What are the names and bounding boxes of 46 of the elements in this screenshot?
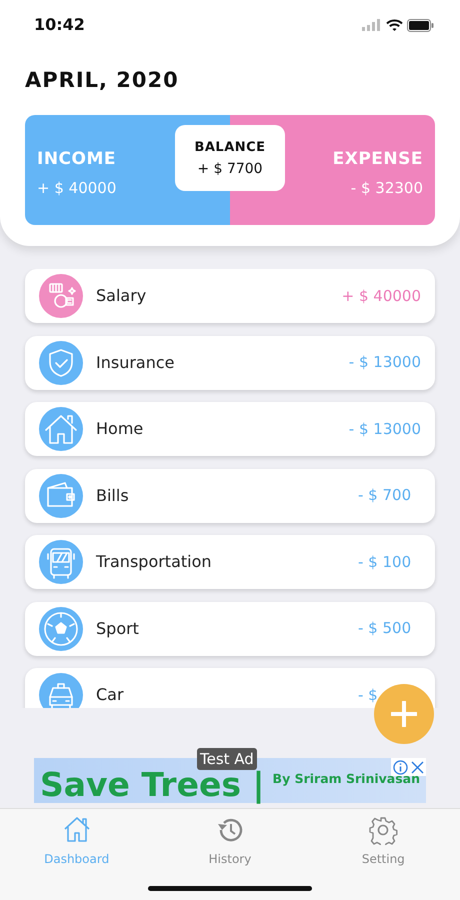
house-icon (39, 407, 83, 451)
transaction-amount: - $ (358, 684, 379, 706)
expense-amount: - $ 32300 (350, 178, 423, 198)
category-name: Bills (96, 484, 129, 506)
close-icon[interactable] (411, 760, 424, 774)
ad-byline: By Sriram Srinivasan (272, 770, 420, 788)
transaction-amount: + $ 40000 (342, 286, 421, 307)
transaction-row[interactable]: Home - $ 13000 (25, 402, 435, 456)
soccer-ball-icon (39, 606, 83, 650)
transaction-row[interactable]: Car - $ (25, 668, 435, 708)
salary-icon (39, 274, 83, 318)
category-name: Home (96, 418, 144, 440)
signal-icon (362, 19, 382, 31)
category-name: Salary (96, 285, 146, 307)
balance-amount: + $ 7700 (197, 160, 263, 178)
transaction-amount: - $ 13000 (348, 418, 421, 440)
transaction-row[interactable]: Insurance - $ 13000 (25, 336, 435, 390)
transaction-row[interactable]: Bills - $ 700 (25, 468, 435, 522)
transaction-amount: - $ 500 (358, 618, 412, 640)
month-title: APRIL, 2020 (25, 67, 180, 94)
balance-label: BALANCE (194, 138, 266, 156)
transaction-amount: - $ 13000 (348, 352, 421, 374)
income-amount: + $ 40000 (37, 178, 116, 198)
wifi-icon (386, 18, 403, 32)
status-time: 10:42 (34, 14, 85, 36)
income-label: INCOME (37, 148, 116, 171)
ad-label: Test Ad (197, 748, 257, 770)
category-name: Car (96, 684, 124, 706)
category-name: Transportation (96, 551, 212, 573)
wallet-icon (39, 474, 83, 518)
settings-icon (368, 815, 398, 845)
transaction-row[interactable]: Salary + $ 40000 (25, 269, 435, 323)
add-icon (391, 701, 417, 727)
transaction-amount: - $ 100 (358, 552, 412, 573)
home-icon (62, 815, 92, 845)
bus-icon (39, 540, 83, 584)
shield-icon (39, 340, 83, 384)
category-name: Sport (96, 618, 139, 640)
transaction-row[interactable]: Sport - $ 500 (25, 602, 435, 656)
battery-icon (407, 18, 434, 32)
transaction-row[interactable]: Transportation - $ 100 (25, 535, 435, 589)
category-name: Insurance (96, 352, 174, 374)
expense-label: EXPENSE (332, 148, 423, 171)
transaction-amount: - $ 700 (358, 485, 412, 506)
car-icon (39, 673, 83, 708)
info-icon[interactable] (393, 760, 408, 774)
